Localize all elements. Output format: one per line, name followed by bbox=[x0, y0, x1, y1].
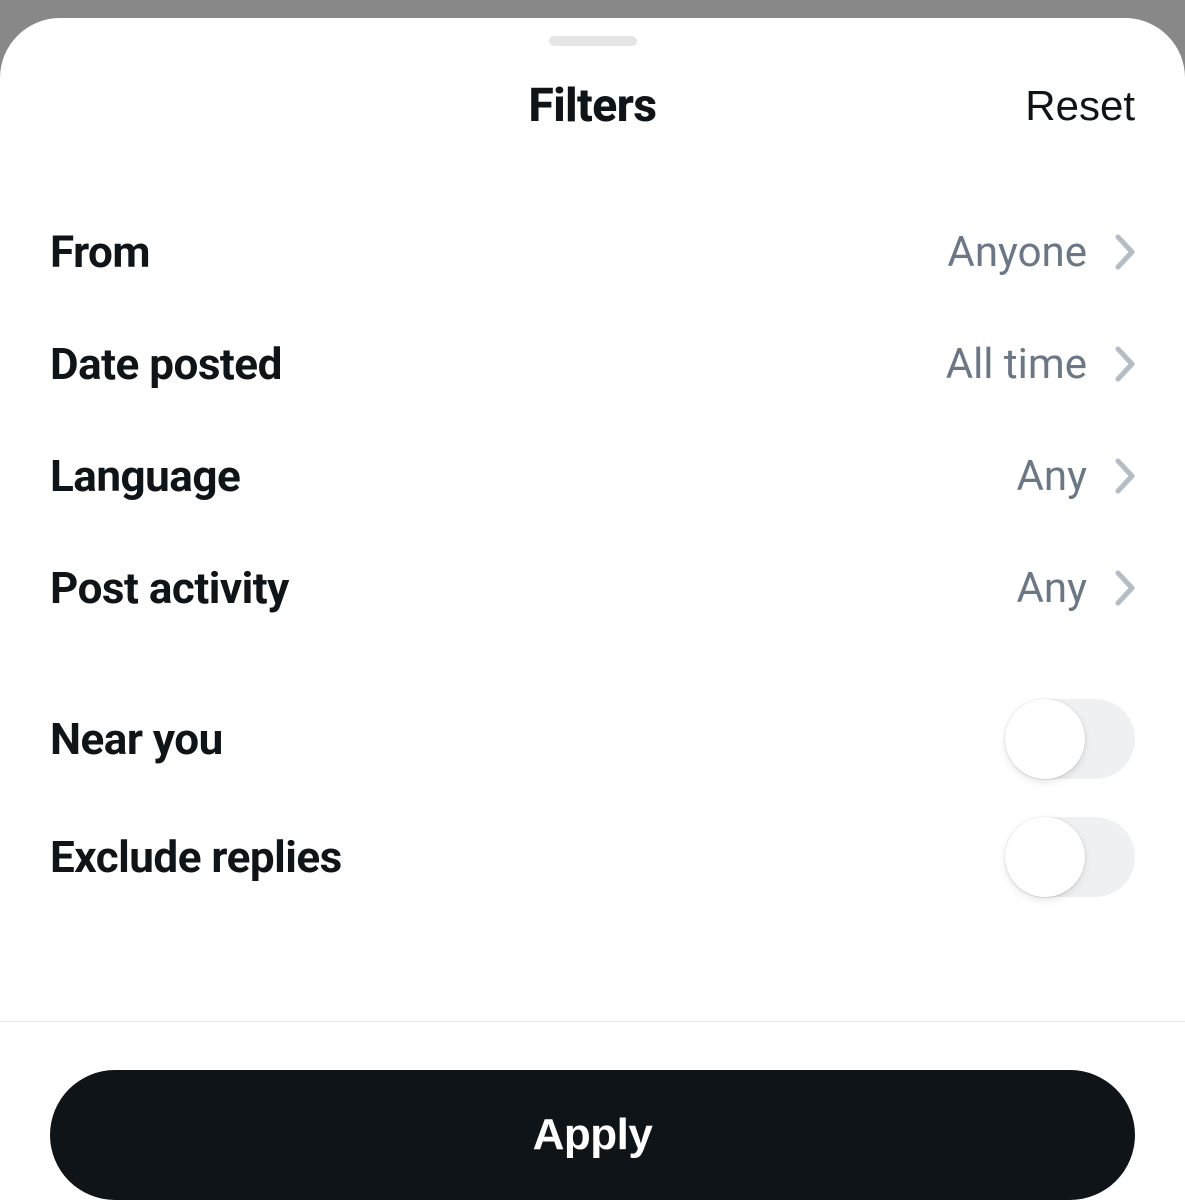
chevron-right-icon bbox=[1115, 346, 1135, 382]
toggle-exclude-replies[interactable] bbox=[1005, 817, 1135, 897]
filters-content: From Anyone Date posted All time Languag… bbox=[0, 166, 1185, 1021]
toggle-label-near-you: Near you bbox=[50, 713, 223, 765]
chevron-right-icon bbox=[1115, 570, 1135, 606]
chevron-right-icon bbox=[1115, 234, 1135, 270]
filter-row-from[interactable]: From Anyone bbox=[50, 196, 1135, 308]
toggle-knob bbox=[1005, 699, 1085, 779]
filter-value-language: Any bbox=[1017, 452, 1087, 501]
filter-label-from: From bbox=[50, 226, 150, 278]
toggle-knob bbox=[1005, 817, 1085, 897]
filter-label-date-posted: Date posted bbox=[50, 338, 282, 390]
sheet-footer: Apply bbox=[0, 1021, 1185, 1200]
apply-button[interactable]: Apply bbox=[50, 1070, 1135, 1200]
toggle-label-exclude-replies: Exclude replies bbox=[50, 831, 342, 883]
filter-right-language: Any bbox=[1017, 452, 1135, 501]
section-gap bbox=[50, 644, 1135, 680]
filter-value-post-activity: Any bbox=[1017, 564, 1087, 613]
toggle-near-you[interactable] bbox=[1005, 699, 1135, 779]
filter-row-language[interactable]: Language Any bbox=[50, 420, 1135, 532]
filter-value-date-posted: All time bbox=[946, 340, 1087, 389]
filter-label-post-activity: Post activity bbox=[50, 562, 289, 614]
filter-value-from: Anyone bbox=[947, 228, 1087, 277]
filter-row-post-activity[interactable]: Post activity Any bbox=[50, 532, 1135, 644]
sheet-grabber[interactable] bbox=[549, 36, 637, 46]
chevron-right-icon bbox=[1115, 458, 1135, 494]
filter-row-date-posted[interactable]: Date posted All time bbox=[50, 308, 1135, 420]
toggle-row-exclude-replies: Exclude replies bbox=[50, 798, 1135, 916]
toggle-row-near-you: Near you bbox=[50, 680, 1135, 798]
reset-button[interactable]: Reset bbox=[1025, 82, 1135, 130]
sheet-title: Filters bbox=[529, 79, 657, 133]
filter-right-post-activity: Any bbox=[1017, 564, 1135, 613]
filter-right-date-posted: All time bbox=[946, 340, 1135, 389]
filter-right-from: Anyone bbox=[947, 228, 1135, 277]
sheet-header: Filters Reset bbox=[0, 46, 1185, 166]
filter-label-language: Language bbox=[50, 450, 240, 502]
filters-sheet: Filters Reset From Anyone Date posted Al… bbox=[0, 18, 1185, 1200]
